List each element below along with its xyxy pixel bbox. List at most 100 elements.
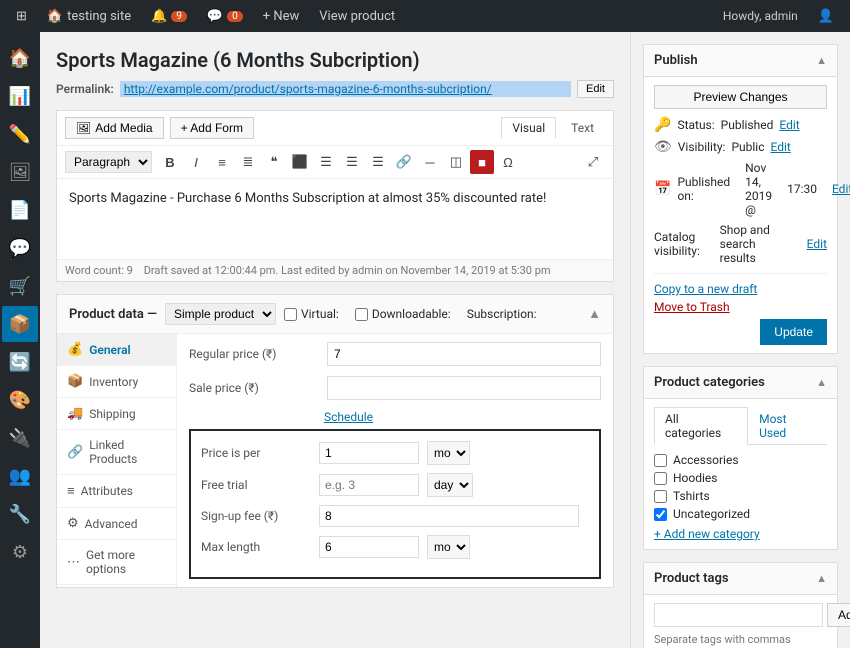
schedule-link[interactable]: Schedule (324, 410, 373, 424)
cat-checkbox-tshirts[interactable] (654, 490, 667, 503)
product-nav-attributes[interactable]: ≡ Attributes (57, 475, 176, 508)
product-nav-shipping[interactable]: 🚚 Shipping (57, 398, 176, 430)
special-char-btn[interactable]: Ω (496, 150, 520, 174)
product-nav-linked[interactable]: 🔗 Linked Products (57, 430, 176, 475)
sidebar-icon-pages[interactable]: 📄 (2, 192, 38, 228)
signup-fee-input[interactable] (319, 505, 579, 527)
bold-btn[interactable]: B (158, 150, 182, 174)
free-trial-input[interactable] (319, 474, 419, 496)
tab-visual[interactable]: Visual (501, 117, 556, 139)
product-nav-advanced[interactable]: ⚙ Advanced (57, 508, 176, 540)
fullscreen-btn[interactable]: ⤢ (581, 150, 605, 174)
user-avatar[interactable]: 👤 (810, 9, 842, 24)
align-justify-btn[interactable]: ☰ (366, 150, 390, 174)
tag-input[interactable] (654, 603, 823, 627)
free-trial-row: Free trial day (201, 473, 589, 497)
add-media-btn[interactable]: 🖼 Add Media (65, 117, 164, 139)
catalog-edit-link[interactable]: Edit (807, 237, 827, 251)
sidebar-icon-stats[interactable]: 📊 (2, 78, 38, 114)
updates-count[interactable]: 🔔 9 (143, 9, 195, 24)
price-is-per-input[interactable] (319, 442, 419, 464)
view-product-link[interactable]: View product (311, 9, 403, 24)
cat-item-hoodies: Hoodies (654, 471, 827, 485)
update-btn[interactable]: Update (760, 319, 827, 345)
read-more-btn[interactable]: ◫ (444, 150, 468, 174)
sidebar-icon-users[interactable]: 👥 (2, 458, 38, 494)
permalink-edit-btn[interactable]: Edit (577, 80, 614, 98)
add-form-btn[interactable]: + Add Form (170, 117, 254, 139)
tab-most-used[interactable]: Most Used (748, 407, 827, 445)
product-data-collapse-btn[interactable]: ▲ (588, 306, 601, 322)
paragraph-select[interactable]: Paragraph (65, 151, 152, 173)
tag-input-row: Add (654, 603, 827, 627)
sidebar-icon-orders[interactable]: 🔄 (2, 344, 38, 380)
status-label: Status: (677, 118, 714, 132)
free-trial-unit-select[interactable]: day (427, 473, 473, 497)
ul-btn[interactable]: ≡ (210, 150, 234, 174)
sidebar-icon-appearance[interactable]: 🎨 (2, 382, 38, 418)
add-tag-btn[interactable]: Add (827, 603, 850, 627)
sidebar-icon-dashboard[interactable]: 🏠 (2, 40, 38, 76)
published-time: 17:30 (787, 182, 817, 196)
editor-content[interactable]: Sports Magazine - Purchase 6 Months Subs… (57, 179, 613, 259)
wp-logo[interactable]: ⊞ (8, 9, 35, 24)
permalink-url: http://example.com/product/sports-magazi… (120, 81, 571, 97)
max-length-unit-select[interactable]: mo (427, 535, 470, 559)
product-type-select[interactable]: Simple product (165, 303, 276, 325)
cat-checkbox-accessories[interactable] (654, 454, 667, 467)
regular-price-input[interactable] (327, 342, 601, 366)
comments-count[interactable]: 💬 0 (199, 9, 251, 24)
sidebar-icon-settings[interactable]: ⚙ (2, 534, 38, 570)
tab-text[interactable]: Text (560, 117, 605, 139)
editor-tabs: Visual Text (501, 117, 605, 139)
blockquote-btn[interactable]: ❝ (262, 150, 286, 174)
visibility-edit-link[interactable]: Edit (771, 140, 791, 154)
align-right-btn[interactable]: ☰ (340, 150, 364, 174)
product-nav-more[interactable]: ⋯ Get more options (57, 540, 176, 585)
horizontal-rule-btn[interactable]: ─ (418, 150, 442, 174)
align-center-btn[interactable]: ☰ (314, 150, 338, 174)
published-edit-link[interactable]: Edit (832, 182, 850, 196)
italic-btn[interactable]: I (184, 150, 208, 174)
price-is-per-unit-select[interactable]: mo (427, 441, 470, 465)
sidebar-icon-media[interactable]: 🖼 (2, 154, 38, 190)
sidebar-icon-plugins[interactable]: 🔌 (2, 420, 38, 456)
max-length-input[interactable] (319, 536, 419, 558)
preview-changes-btn[interactable]: Preview Changes (654, 85, 827, 109)
visibility-icon: 👁 (654, 139, 672, 155)
cat-checkbox-hoodies[interactable] (654, 472, 667, 485)
virtual-checkbox-label[interactable]: Virtual: (284, 307, 339, 321)
sidebar-icon-posts[interactable]: ✏️ (2, 116, 38, 152)
tags-panel-collapse[interactable]: ▲ (816, 572, 827, 585)
publish-panel-collapse[interactable]: ▲ (816, 54, 827, 67)
word-count: Word count: 9 (65, 264, 133, 277)
sidebar-icon-comments[interactable]: 💬 (2, 230, 38, 266)
copy-to-draft-link[interactable]: Copy to a new draft (654, 282, 827, 296)
add-new-category-link[interactable]: + Add new category (654, 527, 827, 541)
sale-price-input[interactable] (327, 376, 601, 400)
status-edit-link[interactable]: Edit (779, 118, 799, 132)
new-item-btn[interactable]: + New (255, 9, 308, 24)
free-trial-label: Free trial (201, 478, 311, 492)
post-title: Sports Magazine (6 Months Subcription) (56, 48, 614, 72)
sidebar-icon-woo[interactable]: 🛒 (2, 268, 38, 304)
sidebar-icon-tools[interactable]: 🔧 (2, 496, 38, 532)
link-btn[interactable]: 🔗 (392, 150, 416, 174)
site-name[interactable]: 🏠 testing site (39, 9, 139, 24)
align-left-btn[interactable]: ⬛ (288, 150, 312, 174)
downloadable-checkbox[interactable] (355, 308, 368, 321)
tab-all-categories[interactable]: All categories (654, 407, 748, 445)
sidebar-icon-products[interactable]: 📦 (2, 306, 38, 342)
product-nav-general[interactable]: 💰 General (57, 334, 176, 366)
stop-btn[interactable]: ■ (470, 150, 494, 174)
left-sidebar: 🏠 📊 ✏️ 🖼 📄 💬 🛒 📦 🔄 🎨 🔌 👥 🔧 ⚙ (0, 32, 40, 648)
cat-label-tshirts: Tshirts (673, 489, 710, 503)
categories-panel-collapse[interactable]: ▲ (816, 376, 827, 389)
cat-checkbox-uncategorized[interactable] (654, 508, 667, 521)
post-title-section: Sports Magazine (6 Months Subcription) P… (56, 48, 614, 98)
move-to-trash-link[interactable]: Move to Trash (654, 300, 730, 314)
downloadable-checkbox-label[interactable]: Downloadable: (355, 307, 451, 321)
ol-btn[interactable]: ≣ (236, 150, 260, 174)
product-nav-inventory[interactable]: 📦 Inventory (57, 366, 176, 398)
virtual-checkbox[interactable] (284, 308, 297, 321)
